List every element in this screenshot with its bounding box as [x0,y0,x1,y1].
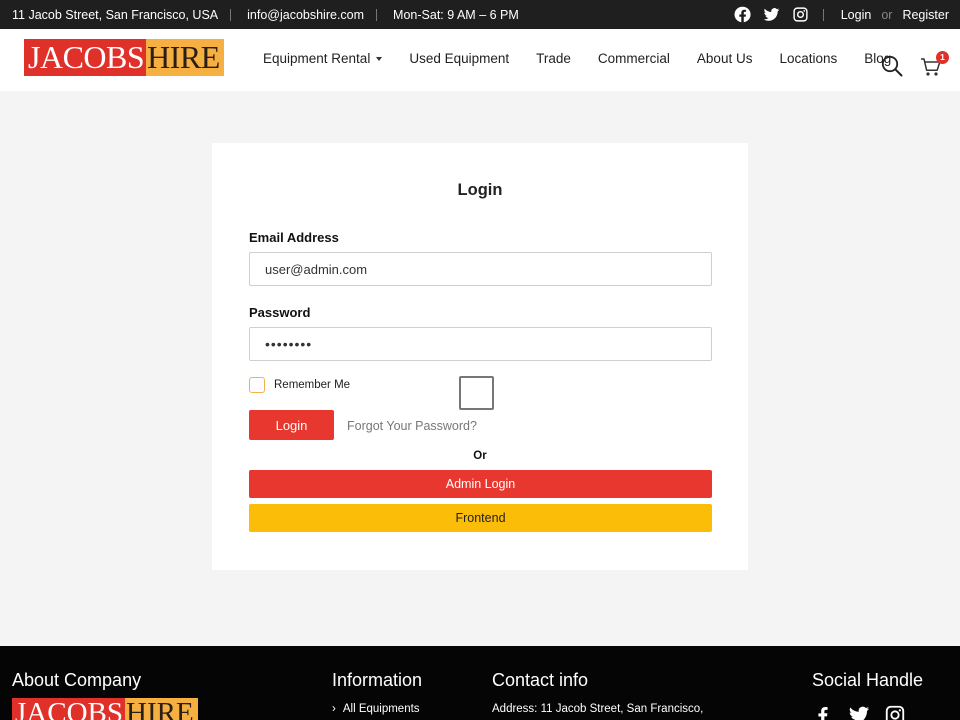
nav-label: About Us [696,51,753,66]
empty-checkbox[interactable] [459,376,494,410]
password-label: Password [249,305,311,320]
search-icon[interactable] [881,55,903,77]
login-card: Login Email Address Password Remember Me… [212,143,748,570]
about-company-heading: About Company [12,670,142,690]
nav-label: Locations [779,51,838,66]
footer-link-all-equipments[interactable]: › All Equipments [332,703,420,715]
checkbox-box [249,377,265,393]
logo-part-2: HIRE [146,39,224,76]
footer-address: Address: 11 Jacob Street, San Francisco, [492,703,704,715]
top-register-link[interactable]: Register [902,8,949,22]
frontend-button[interactable]: Frontend [249,504,712,532]
twitter-icon[interactable] [848,704,870,720]
cart-count-badge: 1 [936,51,949,64]
caret-down-icon [376,56,383,61]
contact-info: 11 Jacob Street, San Francisco, USA info… [12,8,519,22]
nav-label: Commercial [597,51,670,66]
or-separator: or [881,7,893,22]
remember-me-label: Remember Me [274,379,351,391]
nav-about-us[interactable]: About Us [697,51,753,66]
divider [230,9,232,21]
remember-me-checkbox[interactable]: Remember Me [249,377,350,393]
contact-info-heading: Contact info [492,670,589,690]
facebook-icon[interactable] [734,6,751,23]
top-login-link[interactable]: Login [841,8,872,22]
facebook-icon[interactable] [812,704,834,720]
login-button[interactable]: Login [249,410,334,440]
social-handle-heading: Social Handle [812,670,924,690]
nav-commercial[interactable]: Commercial [598,51,670,66]
logo-part-1: JACOBS [24,39,147,76]
logo-part-1: JACOBS [12,698,125,720]
main-header: JACOBS HIRE Equipment Rental Used Equipm… [0,29,960,91]
footer-link-label: All Equipments [342,703,420,715]
nav-equipment-rental[interactable]: Equipment Rental [263,51,383,66]
nav-label: Used Equipment [409,51,510,66]
divider [822,8,824,21]
forgot-password-link[interactable]: Forgot Your Password? [347,419,477,433]
footer-social-links [812,704,906,720]
nav-label: Trade [536,51,571,66]
divider [376,9,378,21]
nav-label: Equipment Rental [263,51,371,66]
admin-login-button[interactable]: Admin Login [249,470,712,498]
email-label: Email Address [249,230,339,245]
information-heading: Information [332,670,423,690]
nav-locations[interactable]: Locations [779,51,837,66]
instagram-icon[interactable] [792,6,809,23]
social-links [734,6,809,23]
main-nav: Equipment Rental Used Equipment Trade Co… [263,51,918,66]
top-bar: 11 Jacob Street, San Francisco, USA info… [0,0,960,29]
email-text: info@jacobshire.com [247,8,365,22]
password-field[interactable] [249,327,712,361]
twitter-icon[interactable] [763,6,780,23]
nav-trade[interactable]: Trade [536,51,571,66]
address-text: 11 Jacob Street, San Francisco, USA [12,8,219,22]
login-title: Login [457,181,503,199]
or-divider-text: Or [473,450,487,462]
hours-text: Mon-Sat: 9 AM – 6 PM [393,8,519,22]
site-footer: About Company JACOBS HIRE Information › A… [0,646,960,720]
footer-logo[interactable]: JACOBS HIRE [12,698,198,720]
site-logo[interactable]: JACOBS HIRE [24,39,224,76]
email-field[interactable] [249,252,712,286]
top-bar-right: Login or Register [734,6,949,23]
instagram-icon[interactable] [884,704,906,720]
chevron-right-icon: › [332,703,336,715]
nav-used-equipment[interactable]: Used Equipment [409,51,509,66]
logo-part-2: HIRE [125,698,198,720]
